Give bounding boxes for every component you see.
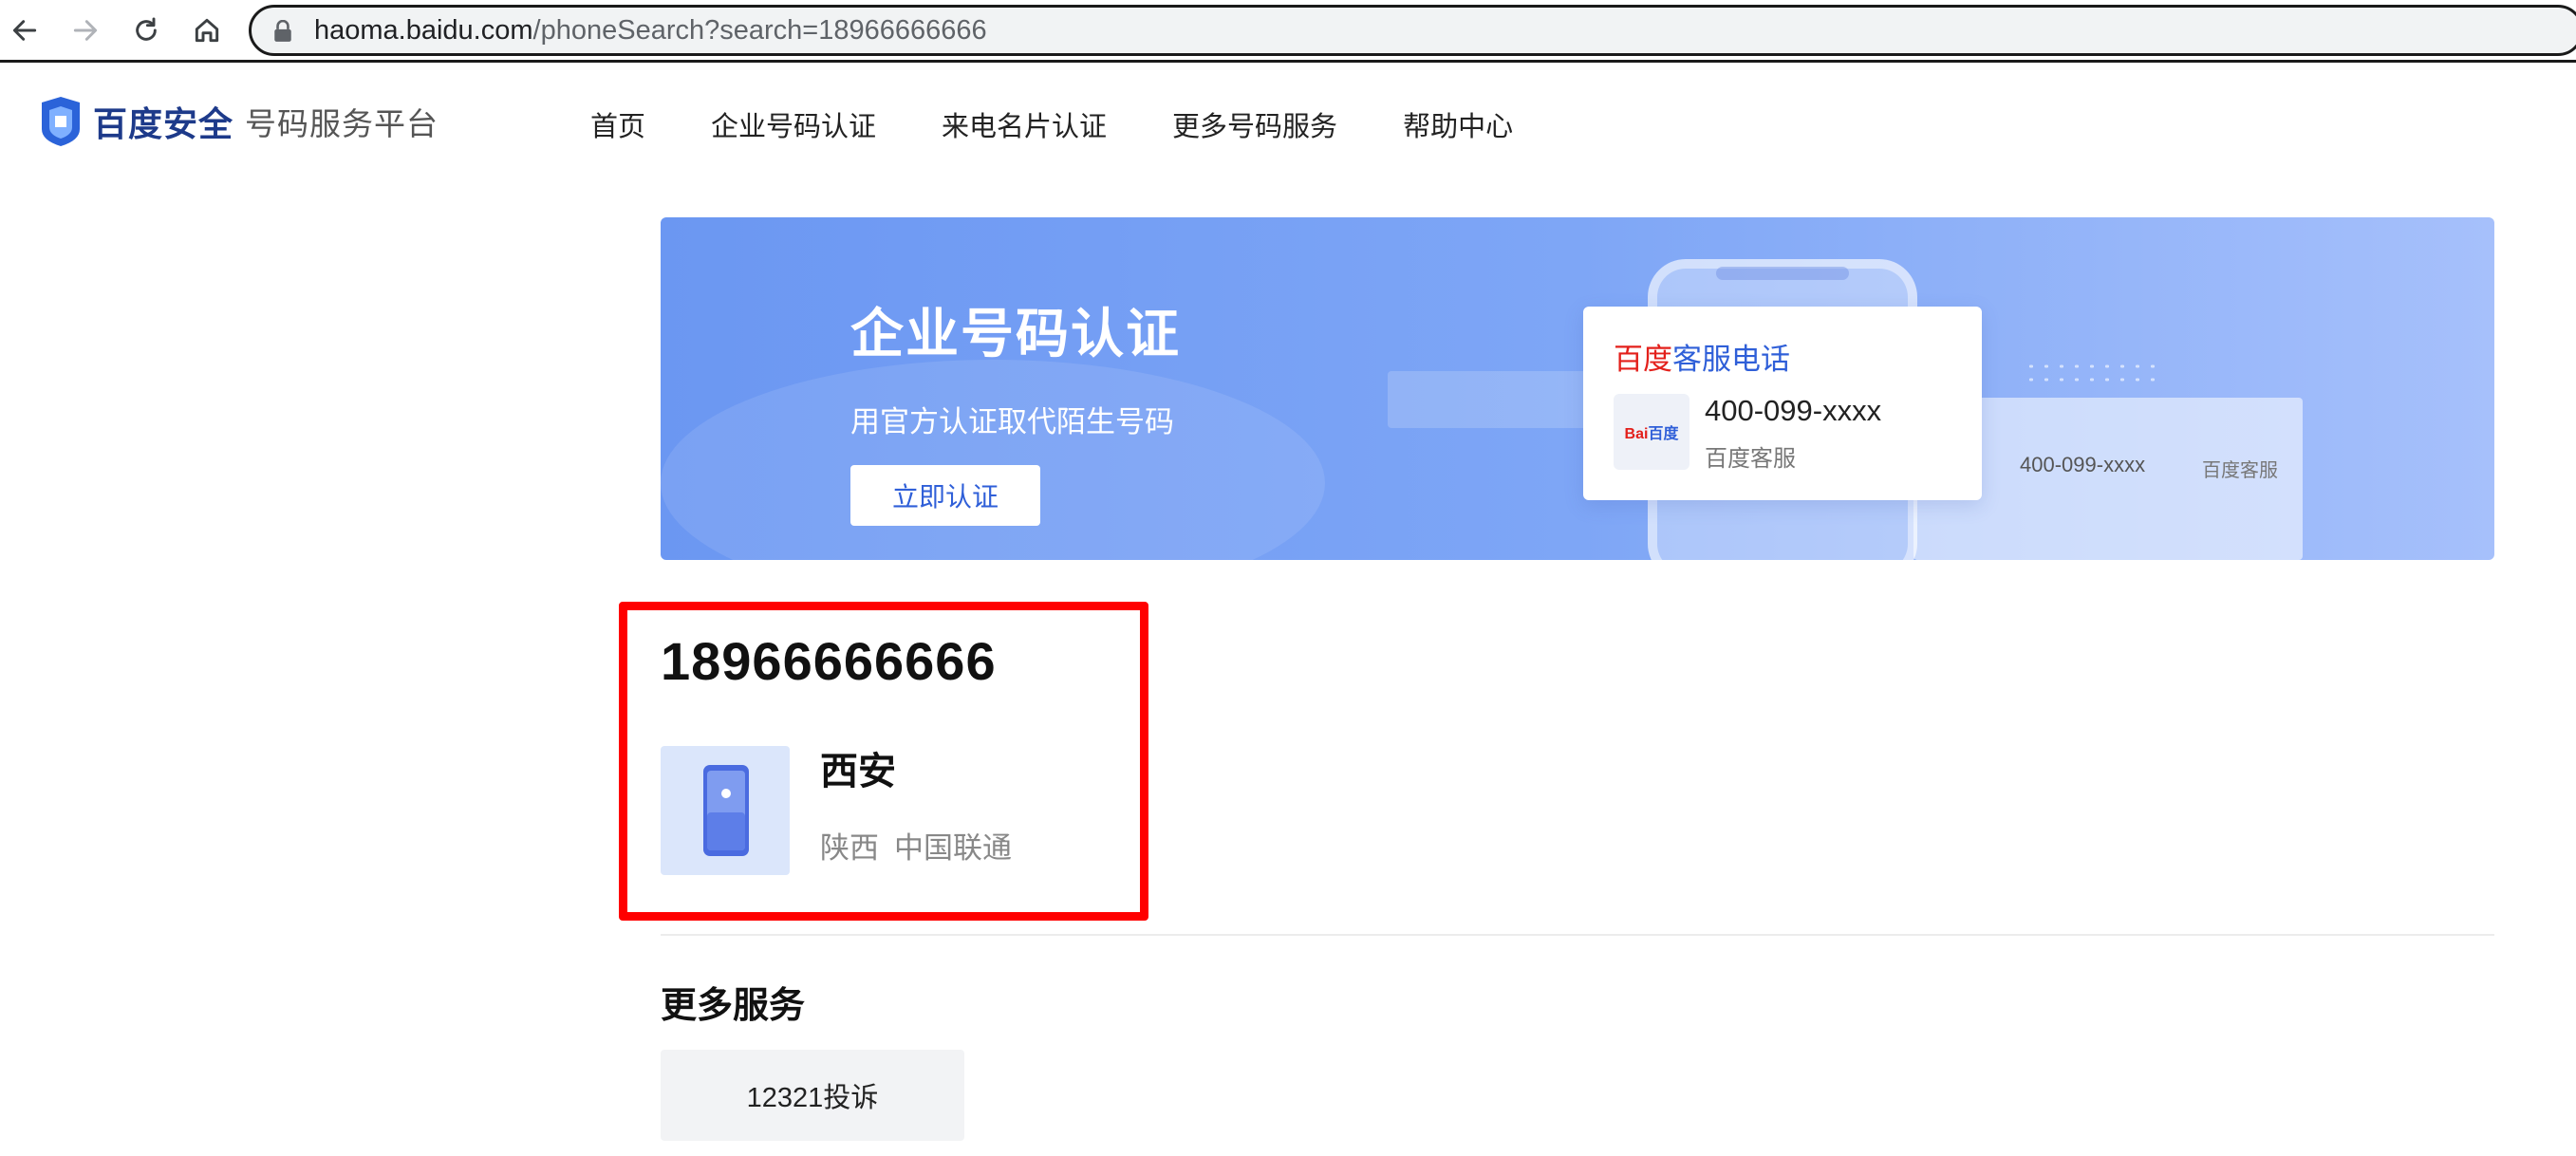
phone-carrier: 中国联通 (894, 831, 1012, 865)
shield-logo-icon (42, 97, 80, 146)
banner-decoration-card (1388, 371, 1587, 428)
banner-title: 企业号码认证 (850, 304, 1181, 364)
back-icon[interactable] (4, 9, 46, 51)
baidu-logo-icon: Bai百度 (1614, 394, 1689, 470)
more-services-title: 更多服务 (661, 986, 806, 1026)
nav-item-more-services[interactable]: 更多号码服务 (1172, 104, 1337, 144)
reload-icon[interactable] (125, 9, 167, 51)
complaint-12321-button[interactable]: 12321投诉 (661, 1050, 964, 1141)
home-icon[interactable] (186, 9, 228, 51)
service-card-name: 百度客服 (1705, 446, 1796, 472)
banner-panel-number: 400-099-xxxx (2020, 453, 2146, 476)
nav-item-enterprise-verify[interactable]: 企业号码认证 (711, 104, 876, 144)
lock-icon (274, 20, 291, 42)
site-logo[interactable]: 百度安全 号码服务平台 (38, 95, 439, 148)
baidu-logo-chinese: 百度 (1648, 426, 1679, 442)
nav-item-home[interactable]: 首页 (590, 104, 645, 144)
verify-now-button[interactable]: 立即认证 (850, 465, 1040, 526)
baidu-logo-latin: Bai (1624, 426, 1649, 442)
logo-brand-text: 百度安全 (93, 104, 234, 143)
service-card-title-brand: 百度 (1614, 343, 1672, 376)
service-card-title-text: 客服电话 (1672, 343, 1790, 376)
browser-toolbar: haoma.baidu.com/phoneSearch?search=18966… (0, 0, 2576, 63)
url-host: haoma.baidu.com (314, 15, 533, 46)
phone-region: 陕西 中国联通 (820, 824, 1012, 867)
banner-phone-notch (1716, 267, 1849, 280)
phone-province: 陕西 (820, 831, 879, 865)
nav-item-caller-card[interactable]: 来电名片认证 (942, 104, 1107, 144)
url-text: haoma.baidu.com/phoneSearch?search=18966… (314, 15, 987, 47)
mobile-phone-icon (661, 746, 790, 875)
address-bar[interactable]: haoma.baidu.com/phoneSearch?search=18966… (249, 5, 2576, 56)
logo-sub-text: 号码服务平台 (245, 106, 439, 141)
url-path: /phoneSearch?search=18966666666 (532, 15, 987, 46)
searched-phone-number: 18966666666 (661, 631, 997, 691)
nav-item-help[interactable]: 帮助中心 (1403, 104, 1513, 144)
banner-panel-name: 百度客服 (2202, 460, 2278, 481)
service-card-number: 400-099-xxxx (1705, 394, 1882, 427)
promo-banner[interactable]: 400-099-xxxx 百度客服 企业号码认证 用官方认证取代陌生号码 立即认… (661, 217, 2494, 560)
section-divider (661, 934, 2494, 936)
forward-icon[interactable] (65, 9, 106, 51)
phone-city: 西安 (820, 751, 896, 792)
banner-subtitle: 用官方认证取代陌生号码 (850, 405, 1174, 438)
main-nav: 首页 企业号码认证 来电名片认证 更多号码服务 帮助中心 (590, 104, 1578, 144)
banner-dots-decoration (2024, 360, 2166, 388)
banner-wave-decoration (661, 360, 1325, 560)
service-phone-card: 百度客服电话 Bai百度 400-099-xxxx 百度客服 (1583, 307, 1982, 500)
service-card-title: 百度客服电话 (1614, 335, 1790, 378)
